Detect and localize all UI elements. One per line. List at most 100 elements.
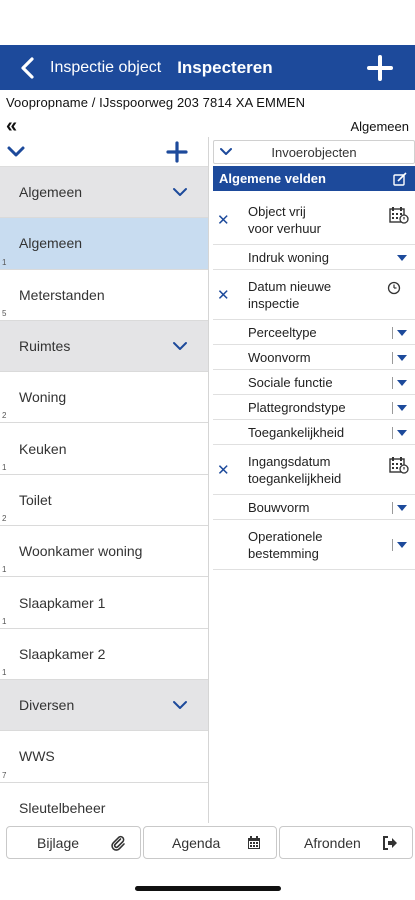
list-item[interactable]: Slaapkamer 1 1 [0,577,208,629]
separator [392,326,393,339]
add-item-icon[interactable] [166,141,188,163]
form-field[interactable]: Perceeltype [213,320,415,345]
field-label: Indruk woning [248,250,329,265]
calendar-icon [248,836,260,849]
chevron-down-icon[interactable] [6,142,26,162]
afronden-label: Afronden [304,834,361,851]
field-label: Bouwvorm [248,500,310,515]
list-item[interactable]: Woonkamer woning 1 [0,526,208,578]
separator [392,351,393,364]
list-item[interactable]: Toilet 2 [0,474,208,527]
calendar-icon[interactable] [389,206,409,224]
field-label: Woonvorm [248,350,311,365]
separator [392,426,393,439]
list-item[interactable]: Sleutelbeheer [0,782,208,823]
chevron-down-icon[interactable] [172,185,188,199]
form-field[interactable]: Toegankelijkheid [213,420,415,445]
sign-out-icon [383,836,397,850]
list-item-label: Ruimtes [19,338,71,355]
form-field[interactable]: Operationele bestemming [213,520,415,570]
dropdown-arrow-icon[interactable] [397,379,407,386]
back-button[interactable] [8,45,48,90]
dropdown-arrow-icon[interactable] [397,429,407,436]
collapse-row: « Algemeen [0,116,415,136]
back-label[interactable]: Inspectie object [50,59,161,77]
dropdown-arrow-icon[interactable] [397,504,407,511]
item-count: 2 [2,514,7,524]
afronden-button[interactable]: Afronden [279,826,413,859]
form-field[interactable]: Object vrij voor verhuur ✕ [213,195,415,245]
list-item-label: Keuken [19,440,67,457]
list-item-label: Woonkamer woning [19,543,143,560]
dropdown-arrow-icon[interactable] [397,329,407,336]
chevron-left-icon [21,56,34,79]
clear-icon[interactable]: ✕ [217,286,230,304]
list-item[interactable]: Algemeen 1 [0,218,208,270]
field-label: Plattegrondstype [248,400,346,415]
item-count: 5 [2,308,7,318]
list-item-label: Slaapkamer 2 [19,645,106,662]
nav-bar: Inspectie object Inspecteren [0,45,415,90]
algemene-velden-title: Algemene velden [219,171,326,186]
dropdown-arrow-icon[interactable] [397,542,407,548]
clear-icon[interactable]: ✕ [217,211,230,229]
separator [392,376,393,389]
form-field[interactable]: Bouwvorm [213,495,415,520]
form-field[interactable]: Woonvorm [213,345,415,370]
form-field[interactable]: Ingangsdatum toegankelijkheid ✕ [213,445,415,495]
separator [392,539,393,551]
field-label: Datum nieuwe inspectie [248,279,332,311]
clear-icon[interactable]: ✕ [217,461,230,479]
list-group-header[interactable]: Diversen [0,679,208,732]
item-count: 1 [2,616,7,626]
list-group-header[interactable]: Ruimtes [0,320,208,373]
list-item[interactable]: Meterstanden 5 [0,269,208,321]
dropdown-arrow-icon[interactable] [397,254,407,261]
edit-icon[interactable] [393,172,407,186]
item-count: 1 [2,462,7,472]
item-count: 7 [2,770,7,780]
form-field[interactable]: Indruk woning [213,245,415,270]
form-field[interactable]: Plattegrondstype [213,395,415,420]
item-count: 1 [2,565,7,575]
chevron-down-icon[interactable] [172,339,188,353]
dropdown-arrow-icon[interactable] [397,404,407,411]
list-item-label: Algemeen [19,235,83,252]
form-field[interactable]: Sociale functie [213,370,415,395]
field-label: Operationele bestemming [248,529,323,561]
item-count: 1 [2,667,7,677]
list-item-label: Sleutelbeheer [19,799,106,816]
section-label: Algemeen [350,119,409,134]
list-item[interactable]: Slaapkamer 2 1 [0,628,208,680]
algemene-velden-header: Algemene velden [213,166,415,191]
dropdown-arrow-icon[interactable] [397,354,407,361]
clock-icon[interactable] [387,281,401,295]
status-bar [0,0,415,45]
input-panel: Invoerobjecten Algemene velden Object vr… [213,140,415,570]
invoerobjecten-label: Invoerobjecten [271,144,357,160]
field-label: Toegankelijkheid [248,425,345,440]
list-item-label: Diversen [19,697,75,714]
list-item[interactable]: WWS 7 [0,731,208,783]
page-title: Inspecteren [177,57,273,77]
item-count: 1 [2,257,7,267]
list-item[interactable]: Woning 2 [0,372,208,424]
chevron-down-icon[interactable] [172,698,188,712]
agenda-button[interactable]: Agenda [143,826,277,859]
bijlage-button[interactable]: Bijlage [6,826,141,859]
list-item-label: Toilet [19,491,52,508]
address-breadcrumb: Voopropname / IJsspoorweg 203 7814 XA EM… [6,95,306,110]
calendar-icon[interactable] [389,456,409,474]
add-icon[interactable] [367,55,393,81]
list-item-label: WWS [19,748,55,765]
field-label: Object vrij voor verhuur [248,204,321,236]
list-group-header[interactable]: Algemeen [0,167,208,219]
invoerobjecten-dropdown[interactable]: Invoerobjecten [213,140,415,164]
chevron-down-icon [220,148,232,155]
form-field[interactable]: Datum nieuwe inspectie ✕ [213,270,415,320]
list-item[interactable]: Keuken 1 [0,423,208,475]
double-chevron-left-icon[interactable]: « [6,116,17,136]
bottom-toolbar: Bijlage Agenda Afronden [0,824,415,864]
list-item-label: Meterstanden [19,286,105,303]
list-toolbar [0,137,208,167]
